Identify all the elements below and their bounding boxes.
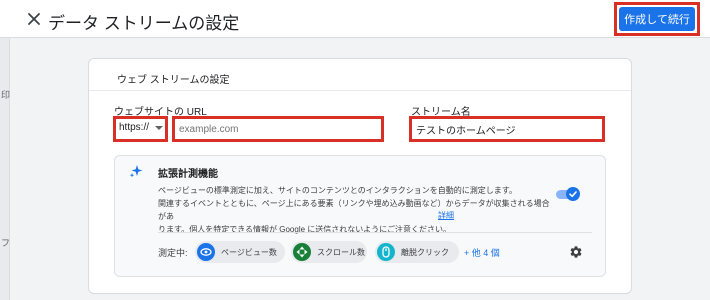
scroll-icon bbox=[293, 243, 311, 261]
enhanced-measurement-title: 拡張計測機能 bbox=[158, 169, 218, 180]
metric-chip-page-views: ページビュー数 bbox=[195, 241, 285, 263]
learn-more-link[interactable]: 詳細 bbox=[438, 210, 454, 221]
enhanced-measurement-description: ページビューの標準測定に加え、サイトのコンテンツとのインタラクションを自動的に測… bbox=[158, 186, 550, 234]
chip-label: 離脱クリック bbox=[401, 248, 449, 257]
sparkle-icon bbox=[129, 165, 143, 178]
create-continue-button[interactable]: 作成して続行 bbox=[619, 7, 695, 31]
divider bbox=[158, 232, 592, 233]
chip-label: スクロール数 bbox=[317, 248, 365, 257]
mouse-icon bbox=[377, 243, 395, 261]
enhanced-measurement-toggle[interactable] bbox=[556, 187, 580, 201]
eye-icon bbox=[197, 243, 215, 261]
website-url-input[interactable] bbox=[179, 122, 375, 136]
card-header: ウェブ ストリームの設定 bbox=[89, 59, 631, 91]
check-icon bbox=[569, 191, 577, 198]
page-title: データ ストリームの設定 bbox=[48, 14, 240, 33]
chevron-down-icon bbox=[155, 126, 163, 130]
measuring-label: 測定中: bbox=[158, 248, 188, 258]
protocol-select[interactable]: https:// bbox=[119, 122, 149, 133]
background-text: フ bbox=[1, 238, 11, 248]
background-text: 印 bbox=[1, 90, 11, 100]
chip-label: ページビュー数 bbox=[221, 248, 277, 257]
stream-name-input[interactable] bbox=[416, 122, 596, 136]
metric-chip-scrolls: スクロール数 bbox=[291, 241, 367, 263]
card-title: ウェブ ストリームの設定 bbox=[117, 75, 230, 86]
background-panel: 印 フ bbox=[0, 38, 10, 300]
gear-icon[interactable] bbox=[569, 245, 583, 259]
more-metrics-link[interactable]: + 他 4 個 bbox=[464, 246, 500, 259]
dialog-header: データ ストリームの設定 作成して続行 bbox=[0, 0, 710, 38]
close-icon[interactable] bbox=[26, 11, 42, 27]
toggle-thumb bbox=[566, 187, 580, 201]
metric-chip-outbound-clicks: 離脱クリック bbox=[375, 241, 459, 263]
